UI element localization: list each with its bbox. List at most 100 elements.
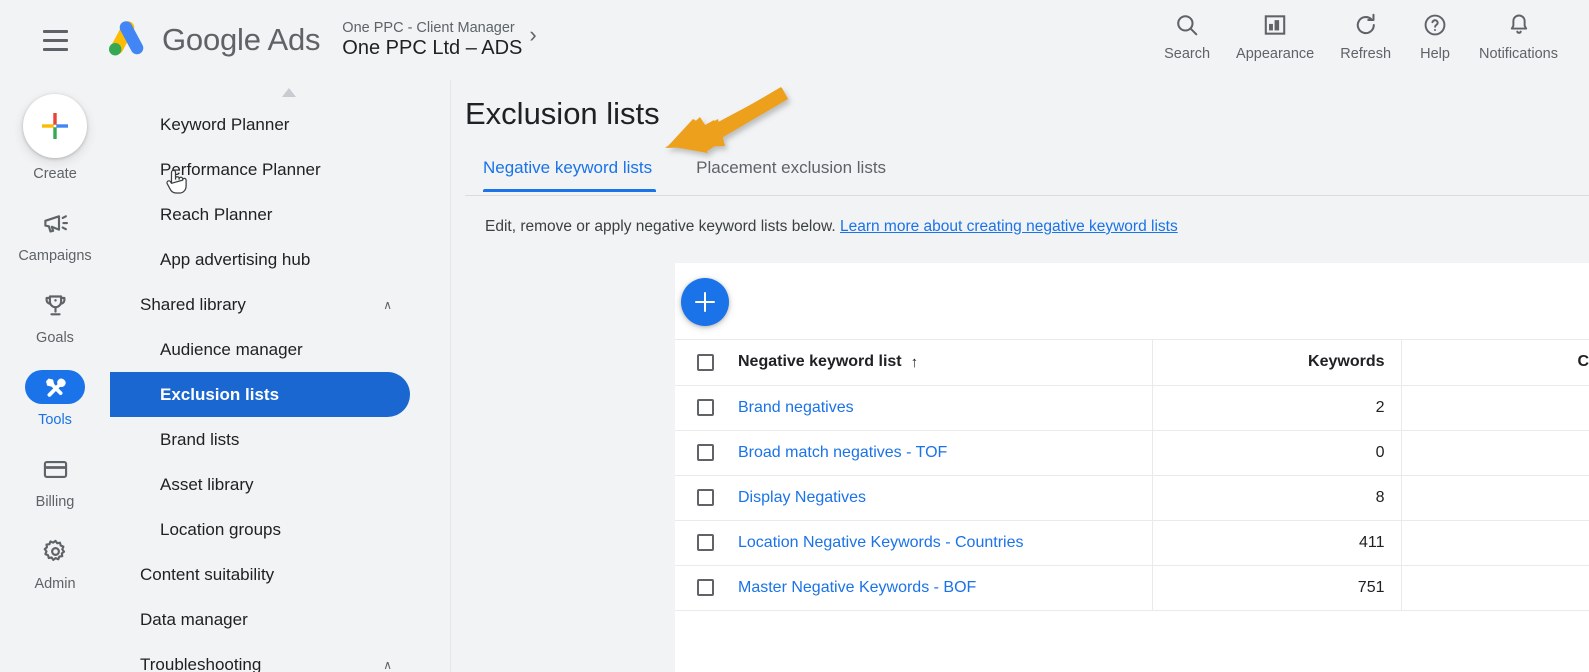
refresh-button[interactable]: Refresh xyxy=(1327,10,1404,62)
keywords-count: 0 xyxy=(1375,443,1385,461)
bell-icon xyxy=(1506,10,1532,40)
sidebar-item-billing[interactable]: Billing xyxy=(0,452,110,510)
table-header-keywords[interactable]: Keywords xyxy=(1151,340,1401,386)
nav-item-reach-planner[interactable]: Reach Planner xyxy=(110,192,450,237)
list-name-link[interactable]: Master Negative Keywords - BOF xyxy=(738,579,976,597)
search-button[interactable]: Search xyxy=(1151,10,1223,62)
top-header: Google Ads One PPC - Client Manager One … xyxy=(0,0,1589,80)
account-selector[interactable]: One PPC - Client Manager One PPC Ltd – A… xyxy=(342,20,536,60)
select-all-checkbox[interactable] xyxy=(697,353,714,371)
megaphone-icon xyxy=(25,206,85,240)
row-checkbox[interactable] xyxy=(697,399,714,416)
row-keywords-cell: 8 xyxy=(1151,475,1401,521)
sidebar-label-admin: Admin xyxy=(34,576,76,592)
row-keywords-cell: 2 xyxy=(1151,385,1401,431)
nav-label-data-manager: Data manager xyxy=(140,609,248,629)
learn-more-link[interactable]: Learn more about creating negative keywo… xyxy=(840,218,1178,235)
sidebar-label-tools: Tools xyxy=(38,412,72,428)
hamburger-icon[interactable] xyxy=(36,21,74,59)
row-third-cell xyxy=(1400,385,1589,431)
nav-clipped-item xyxy=(110,80,450,96)
row-third-cell xyxy=(1400,565,1589,611)
table-header-row: Negative keyword list ↑ Keywords C xyxy=(675,340,1589,386)
brand-logo[interactable]: Google Ads xyxy=(102,18,320,62)
help-icon xyxy=(1422,10,1448,40)
row-name-cell: Brand negatives xyxy=(675,385,1152,431)
nav-label-troubleshooting: Troubleshooting xyxy=(140,654,262,672)
nav-item-asset-library[interactable]: Asset library xyxy=(110,462,450,507)
header-actions: Search Appearance Refresh Help Notificat… xyxy=(1151,10,1571,62)
nav-item-content-suitability[interactable]: Content suitability xyxy=(110,552,450,597)
row-keywords-cell: 0 xyxy=(1151,430,1401,476)
nav-item-shared-library[interactable]: Shared library ∧ xyxy=(110,282,450,327)
refresh-icon xyxy=(1353,10,1379,40)
account-name-label: One PPC Ltd – ADS xyxy=(342,37,523,60)
create-button[interactable]: Create xyxy=(23,94,87,182)
tools-icon xyxy=(25,370,85,404)
list-name-link[interactable]: Brand negatives xyxy=(738,399,854,417)
nav-label-brand-lists: Brand lists xyxy=(160,429,240,449)
list-name-link[interactable]: Location Negative Keywords - Countries xyxy=(738,534,1023,552)
sidebar-item-goals[interactable]: Goals xyxy=(0,288,110,346)
refresh-label: Refresh xyxy=(1340,46,1392,62)
list-name-link[interactable]: Broad match negatives - TOF xyxy=(738,444,947,462)
row-checkbox[interactable] xyxy=(697,444,714,461)
notifications-button[interactable]: Notifications xyxy=(1466,10,1571,62)
tab-label-placement-exclusion-lists: Placement exclusion lists xyxy=(696,158,887,177)
brand-ads-text: Ads xyxy=(267,22,321,57)
nav-item-exclusion-lists[interactable]: Exclusion lists xyxy=(110,372,410,417)
plus-icon xyxy=(42,113,68,139)
help-button[interactable]: Help xyxy=(1404,10,1466,62)
nav-item-audience-manager[interactable]: Audience manager xyxy=(110,327,450,372)
sidebar-item-admin[interactable]: Admin xyxy=(0,534,110,592)
list-name-link[interactable]: Display Negatives xyxy=(738,489,866,507)
nav-item-troubleshooting[interactable]: Troubleshooting ∧ xyxy=(110,642,450,672)
sidebar-item-tools[interactable]: Tools xyxy=(0,370,110,428)
sidebar-label-campaigns: Campaigns xyxy=(18,248,92,264)
nav-list: Keyword Planner Performance Planner Reac… xyxy=(110,102,450,672)
row-name-cell: Master Negative Keywords - BOF xyxy=(675,565,1152,611)
nav-item-performance-planner[interactable]: Performance Planner xyxy=(110,147,450,192)
help-text: Edit, remove or apply negative keyword l… xyxy=(485,218,1178,236)
add-list-button[interactable] xyxy=(681,278,729,326)
row-checkbox[interactable] xyxy=(697,534,714,551)
table-row[interactable]: Broad match negatives - TOF 0 xyxy=(675,430,1589,476)
keywords-count: 751 xyxy=(1357,578,1385,596)
gear-icon xyxy=(25,534,85,568)
table-toolbar xyxy=(675,263,1589,340)
nav-item-keyword-planner[interactable]: Keyword Planner xyxy=(110,102,450,147)
sidebar-item-campaigns[interactable]: Campaigns xyxy=(0,206,110,264)
tab-underline-divider xyxy=(465,195,1589,196)
table-row[interactable]: Master Negative Keywords - BOF 751 xyxy=(675,565,1589,611)
row-name-cell: Display Negatives xyxy=(675,475,1152,521)
secondary-nav: Keyword Planner Performance Planner Reac… xyxy=(110,80,450,672)
appearance-label: Appearance xyxy=(1236,46,1315,62)
nav-item-app-advertising-hub[interactable]: App advertising hub xyxy=(110,237,450,282)
notifications-label: Notifications xyxy=(1479,46,1558,62)
nav-label-performance-planner: Performance Planner xyxy=(160,159,321,179)
nav-label-location-groups: Location groups xyxy=(160,519,281,539)
negative-keyword-lists-table: Negative keyword list ↑ Keywords C Brand… xyxy=(675,340,1589,611)
table-row[interactable]: Brand negatives 2 xyxy=(675,385,1589,431)
tab-placement-exclusion-lists[interactable]: Placement exclusion lists xyxy=(674,152,908,192)
nav-item-brand-lists[interactable]: Brand lists xyxy=(110,417,450,462)
create-label: Create xyxy=(33,166,77,182)
nav-item-location-groups[interactable]: Location groups xyxy=(110,507,450,552)
keywords-count: 2 xyxy=(1375,398,1385,416)
google-ads-app: Google Ads One PPC - Client Manager One … xyxy=(0,0,1589,672)
table-row[interactable]: Display Negatives 8 xyxy=(675,475,1589,521)
row-third-cell xyxy=(1400,430,1589,476)
column-label-keywords: Keywords xyxy=(1308,353,1385,371)
nav-label-shared-library: Shared library xyxy=(140,294,246,314)
table-row[interactable]: Location Negative Keywords - Countries 4… xyxy=(675,520,1589,566)
chevron-right-icon: › xyxy=(529,22,537,48)
table-header-name[interactable]: Negative keyword list ↑ xyxy=(675,340,1152,386)
nav-item-data-manager[interactable]: Data manager xyxy=(110,597,450,642)
search-label: Search xyxy=(1164,46,1211,62)
appearance-button[interactable]: Appearance xyxy=(1223,10,1327,62)
row-checkbox[interactable] xyxy=(697,489,714,506)
tab-negative-keyword-lists[interactable]: Negative keyword lists xyxy=(465,152,674,192)
row-keywords-cell: 411 xyxy=(1151,520,1401,566)
table-header-third[interactable]: C xyxy=(1400,340,1589,386)
row-checkbox[interactable] xyxy=(697,579,714,596)
